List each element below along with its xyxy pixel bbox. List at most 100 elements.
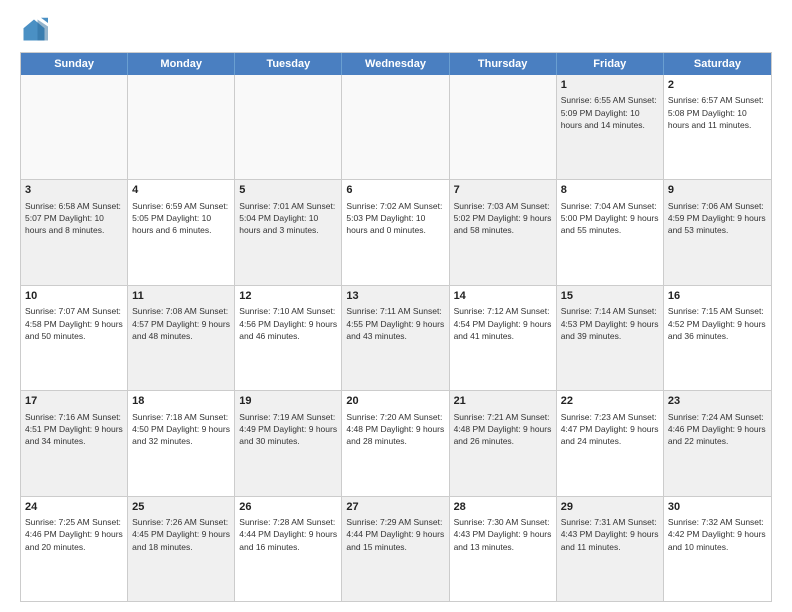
header-day-friday: Friday — [557, 53, 664, 75]
calendar-cell: 30Sunrise: 7:32 AM Sunset: 4:42 PM Dayli… — [664, 497, 771, 601]
calendar-cell: 3 Sunrise: 6:58 AM Sunset: 5:07 PM Daylig… — [21, 180, 128, 284]
calendar-cell: 16Sunrise: 7:15 AM Sunset: 4:52 PM Dayli… — [664, 286, 771, 390]
calendar-cell: 20 Sunrise: 7:20 AM Sunset: 4:48 PM Dayli… — [342, 391, 449, 495]
cell-info: Sunrise: 7:01 AM Sunset: 5:04 PM Dayligh… — [239, 200, 337, 237]
calendar-cell — [450, 75, 557, 179]
calendar-cell: 25Sunrise: 7:26 AM Sunset: 4:45 PM Dayli… — [128, 497, 235, 601]
calendar-cell: 2Sunrise: 6:57 AM Sunset: 5:08 PM Daylig… — [664, 75, 771, 179]
cell-info: Sunrise: 7:07 AM Sunset: 4:58 PM Dayligh… — [25, 305, 123, 342]
cell-info: Sunrise: 7:29 AM Sunset: 4:44 PM Dayligh… — [346, 516, 444, 553]
calendar-cell: 24Sunrise: 7:25 AM Sunset: 4:46 PM Dayli… — [21, 497, 128, 601]
page: SundayMondayTuesdayWednesdayThursdayFrid… — [0, 0, 792, 612]
calendar-row-4: 24Sunrise: 7:25 AM Sunset: 4:46 PM Dayli… — [21, 496, 771, 601]
cell-info: Sunrise: 6:57 AM Sunset: 5:08 PM Dayligh… — [668, 94, 767, 131]
header-day-sunday: Sunday — [21, 53, 128, 75]
day-number: 30 — [668, 500, 767, 515]
calendar-cell: 27Sunrise: 7:29 AM Sunset: 4:44 PM Dayli… — [342, 497, 449, 601]
day-number: 26 — [239, 500, 337, 515]
day-number: 15 — [561, 289, 659, 304]
day-number: 17 — [25, 394, 123, 409]
calendar-cell: 8 Sunrise: 7:04 AM Sunset: 5:00 PM Daylig… — [557, 180, 664, 284]
day-number: 28 — [454, 500, 552, 515]
calendar-cell: 28Sunrise: 7:30 AM Sunset: 4:43 PM Dayli… — [450, 497, 557, 601]
calendar-header: SundayMondayTuesdayWednesdayThursdayFrid… — [21, 53, 771, 75]
header-day-monday: Monday — [128, 53, 235, 75]
cell-info: Sunrise: 7:10 AM Sunset: 4:56 PM Dayligh… — [239, 305, 337, 342]
calendar-cell: 10Sunrise: 7:07 AM Sunset: 4:58 PM Dayli… — [21, 286, 128, 390]
calendar-cell: 9 Sunrise: 7:06 AM Sunset: 4:59 PM Daylig… — [664, 180, 771, 284]
cell-info: Sunrise: 7:26 AM Sunset: 4:45 PM Dayligh… — [132, 516, 230, 553]
header-day-tuesday: Tuesday — [235, 53, 342, 75]
cell-info: Sunrise: 6:58 AM Sunset: 5:07 PM Dayligh… — [25, 200, 123, 237]
calendar-row-3: 17 Sunrise: 7:16 AM Sunset: 4:51 PM Dayli… — [21, 390, 771, 495]
day-number: 16 — [668, 289, 767, 304]
cell-info: Sunrise: 6:55 AM Sunset: 5:09 PM Dayligh… — [561, 94, 659, 131]
day-number: 25 — [132, 500, 230, 515]
calendar-row-2: 10Sunrise: 7:07 AM Sunset: 4:58 PM Dayli… — [21, 285, 771, 390]
day-number: 21 — [454, 394, 552, 409]
cell-info: Sunrise: 7:20 AM Sunset: 4:48 PM Dayligh… — [346, 411, 444, 448]
cell-info: Sunrise: 7:30 AM Sunset: 4:43 PM Dayligh… — [454, 516, 552, 553]
cell-info: Sunrise: 7:04 AM Sunset: 5:00 PM Dayligh… — [561, 200, 659, 237]
cell-info: Sunrise: 7:24 AM Sunset: 4:46 PM Dayligh… — [668, 411, 767, 448]
header — [20, 16, 772, 44]
cell-info: Sunrise: 7:31 AM Sunset: 4:43 PM Dayligh… — [561, 516, 659, 553]
calendar-cell: 12Sunrise: 7:10 AM Sunset: 4:56 PM Dayli… — [235, 286, 342, 390]
calendar-cell — [21, 75, 128, 179]
day-number: 19 — [239, 394, 337, 409]
calendar-cell: 7Sunrise: 7:03 AM Sunset: 5:02 PM Daylig… — [450, 180, 557, 284]
cell-info: Sunrise: 7:19 AM Sunset: 4:49 PM Dayligh… — [239, 411, 337, 448]
cell-info: Sunrise: 7:18 AM Sunset: 4:50 PM Dayligh… — [132, 411, 230, 448]
calendar-cell: 13Sunrise: 7:11 AM Sunset: 4:55 PM Dayli… — [342, 286, 449, 390]
calendar-cell: 15Sunrise: 7:14 AM Sunset: 4:53 PM Dayli… — [557, 286, 664, 390]
logo — [20, 16, 52, 44]
header-day-saturday: Saturday — [664, 53, 771, 75]
calendar-body: 1Sunrise: 6:55 AM Sunset: 5:09 PM Daylig… — [21, 75, 771, 601]
cell-info: Sunrise: 7:23 AM Sunset: 4:47 PM Dayligh… — [561, 411, 659, 448]
calendar-cell: 23Sunrise: 7:24 AM Sunset: 4:46 PM Dayli… — [664, 391, 771, 495]
calendar-cell: 29Sunrise: 7:31 AM Sunset: 4:43 PM Dayli… — [557, 497, 664, 601]
day-number: 8 — [561, 183, 659, 198]
calendar-cell: 5 Sunrise: 7:01 AM Sunset: 5:04 PM Daylig… — [235, 180, 342, 284]
cell-info: Sunrise: 7:12 AM Sunset: 4:54 PM Dayligh… — [454, 305, 552, 342]
day-number: 2 — [668, 78, 767, 93]
calendar-row-0: 1Sunrise: 6:55 AM Sunset: 5:09 PM Daylig… — [21, 75, 771, 179]
day-number: 3 — [25, 183, 123, 198]
cell-info: Sunrise: 7:28 AM Sunset: 4:44 PM Dayligh… — [239, 516, 337, 553]
day-number: 12 — [239, 289, 337, 304]
cell-info: Sunrise: 7:06 AM Sunset: 4:59 PM Dayligh… — [668, 200, 767, 237]
cell-info: Sunrise: 7:02 AM Sunset: 5:03 PM Dayligh… — [346, 200, 444, 237]
calendar-cell: 22 Sunrise: 7:23 AM Sunset: 4:47 PM Dayli… — [557, 391, 664, 495]
day-number: 4 — [132, 183, 230, 198]
calendar-cell: 4 Sunrise: 6:59 AM Sunset: 5:05 PM Daylig… — [128, 180, 235, 284]
calendar-cell: 14Sunrise: 7:12 AM Sunset: 4:54 PM Dayli… — [450, 286, 557, 390]
cell-info: Sunrise: 7:14 AM Sunset: 4:53 PM Dayligh… — [561, 305, 659, 342]
calendar-cell — [342, 75, 449, 179]
day-number: 5 — [239, 183, 337, 198]
cell-info: Sunrise: 7:11 AM Sunset: 4:55 PM Dayligh… — [346, 305, 444, 342]
logo-icon — [20, 16, 48, 44]
day-number: 22 — [561, 394, 659, 409]
calendar-cell — [235, 75, 342, 179]
cell-info: Sunrise: 7:15 AM Sunset: 4:52 PM Dayligh… — [668, 305, 767, 342]
calendar-cell: 19 Sunrise: 7:19 AM Sunset: 4:49 PM Dayli… — [235, 391, 342, 495]
day-number: 24 — [25, 500, 123, 515]
day-number: 9 — [668, 183, 767, 198]
day-number: 14 — [454, 289, 552, 304]
calendar-cell: 21 Sunrise: 7:21 AM Sunset: 4:48 PM Dayli… — [450, 391, 557, 495]
day-number: 18 — [132, 394, 230, 409]
calendar-cell: 6Sunrise: 7:02 AM Sunset: 5:03 PM Daylig… — [342, 180, 449, 284]
calendar-cell: 17 Sunrise: 7:16 AM Sunset: 4:51 PM Dayli… — [21, 391, 128, 495]
calendar-row-1: 3 Sunrise: 6:58 AM Sunset: 5:07 PM Daylig… — [21, 179, 771, 284]
calendar-cell: 26Sunrise: 7:28 AM Sunset: 4:44 PM Dayli… — [235, 497, 342, 601]
cell-info: Sunrise: 7:21 AM Sunset: 4:48 PM Dayligh… — [454, 411, 552, 448]
header-day-wednesday: Wednesday — [342, 53, 449, 75]
header-day-thursday: Thursday — [450, 53, 557, 75]
day-number: 20 — [346, 394, 444, 409]
cell-info: Sunrise: 7:03 AM Sunset: 5:02 PM Dayligh… — [454, 200, 552, 237]
calendar-cell: 1Sunrise: 6:55 AM Sunset: 5:09 PM Daylig… — [557, 75, 664, 179]
cell-info: Sunrise: 7:16 AM Sunset: 4:51 PM Dayligh… — [25, 411, 123, 448]
calendar-cell: 18 Sunrise: 7:18 AM Sunset: 4:50 PM Dayli… — [128, 391, 235, 495]
cell-info: Sunrise: 6:59 AM Sunset: 5:05 PM Dayligh… — [132, 200, 230, 237]
day-number: 11 — [132, 289, 230, 304]
